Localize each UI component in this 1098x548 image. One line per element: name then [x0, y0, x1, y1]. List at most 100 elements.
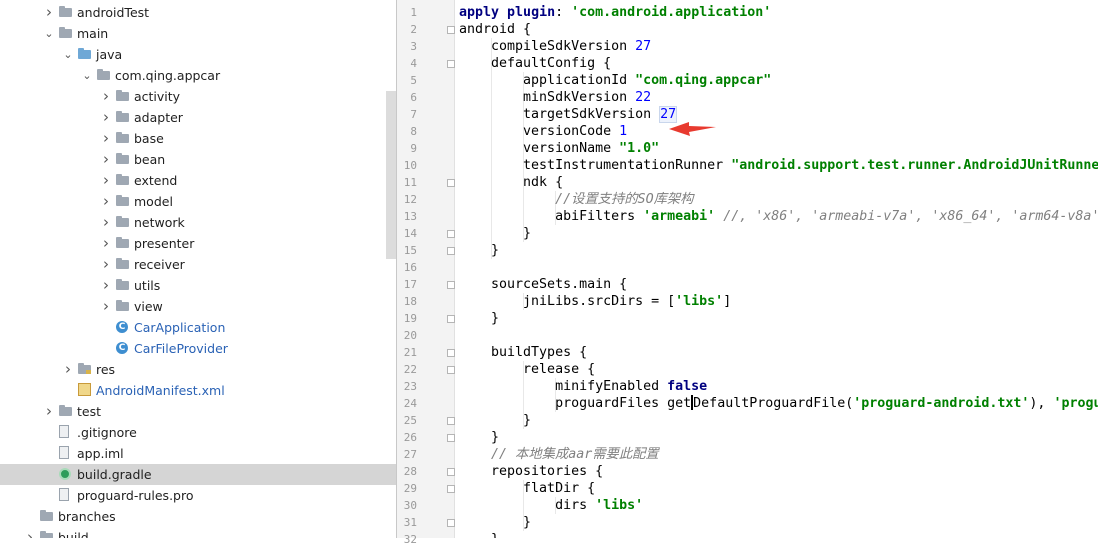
chevron-right-icon[interactable]: ›	[100, 233, 112, 254]
chevron-right-icon[interactable]: ›	[100, 191, 112, 212]
code-line[interactable]: buildTypes {	[459, 344, 587, 361]
chevron-right-icon[interactable]: ›	[100, 212, 112, 233]
tree-item-androidmanifest-xml[interactable]: AndroidManifest.xml	[0, 380, 397, 401]
code-line[interactable]: sourceSets.main {	[459, 276, 627, 293]
tree-item-bean[interactable]: › bean	[0, 149, 397, 170]
fold-marker-icon[interactable]	[447, 26, 455, 34]
fold-marker-icon[interactable]	[447, 60, 455, 68]
code-line[interactable]: jniLibs.srcDirs = ['libs']	[459, 293, 731, 310]
fold-marker-icon[interactable]	[447, 315, 455, 323]
chevron-down-icon[interactable]: ⌄	[81, 65, 93, 86]
code-line[interactable]: }	[459, 514, 531, 531]
fold-marker-icon[interactable]	[447, 349, 455, 357]
chevron-right-icon[interactable]: ›	[24, 527, 36, 538]
tree-item-receiver[interactable]: › receiver	[0, 254, 397, 275]
tree-item-com-qing-appcar[interactable]: ⌄ com.qing.appcar	[0, 65, 397, 86]
code-editor[interactable]: apply plugin: 'com.android.application' a…	[455, 0, 1098, 538]
chevron-down-icon[interactable]: ⌄	[43, 23, 55, 44]
chevron-right-icon[interactable]: ›	[100, 149, 112, 170]
line-number: 20	[403, 329, 417, 342]
chevron-right-icon[interactable]: ›	[43, 2, 55, 23]
chevron-right-icon[interactable]: ›	[100, 254, 112, 275]
code-line[interactable]: }	[459, 242, 499, 259]
folder-icon	[116, 90, 129, 101]
code-line[interactable]: repositories {	[459, 463, 603, 480]
tree-item-label: presenter	[134, 236, 195, 251]
tree-item-utils[interactable]: › utils	[0, 275, 397, 296]
chevron-right-icon[interactable]: ›	[100, 170, 112, 191]
code-line[interactable]: flatDir {	[459, 480, 595, 497]
tree-item-branches[interactable]: branches	[0, 506, 397, 527]
code-line[interactable]: apply plugin: 'com.android.application'	[459, 4, 771, 21]
code-line[interactable]: //设置支持的SO库架构	[459, 191, 693, 208]
code-line[interactable]: ndk {	[459, 174, 563, 191]
tree-item-test[interactable]: › test	[0, 401, 397, 422]
tree-item-extend[interactable]: › extend	[0, 170, 397, 191]
fold-marker-icon[interactable]	[447, 230, 455, 238]
code-line[interactable]: }	[459, 310, 499, 327]
tree-item-java[interactable]: ⌄ java	[0, 44, 397, 65]
code-token: }	[459, 413, 532, 428]
code-line[interactable]: proguardFiles get DefaultProguardFile('pr…	[459, 395, 1098, 412]
tree-item-app-iml[interactable]: app.iml	[0, 443, 397, 464]
chevron-right-icon[interactable]: ›	[100, 107, 112, 128]
code-line[interactable]: testInstrumentationRunner "android.suppo…	[459, 157, 1098, 174]
fold-marker-icon[interactable]	[447, 519, 455, 527]
code-line[interactable]: applicationId "com.qing.appcar"	[459, 72, 771, 89]
tree-item-label: network	[134, 215, 185, 230]
fold-marker-icon[interactable]	[447, 179, 455, 187]
code-line[interactable]: release {	[459, 361, 595, 378]
fold-marker-icon[interactable]	[447, 281, 455, 289]
tree-item-model[interactable]: › model	[0, 191, 397, 212]
code-line[interactable]: minSdkVersion 22	[459, 89, 651, 106]
tree-item-proguard-rules-pro[interactable]: proguard-rules.pro	[0, 485, 397, 506]
tree-item-main[interactable]: ⌄ main	[0, 23, 397, 44]
chevron-right-icon[interactable]: ›	[100, 275, 112, 296]
tree-item--gitignore[interactable]: .gitignore	[0, 422, 397, 443]
tree-item-view[interactable]: › view	[0, 296, 397, 317]
tree-item-carfileprovider[interactable]: C CarFileProvider	[0, 338, 397, 359]
code-line[interactable]: abiFilters 'armeabi' //, 'x86', 'armeabi…	[459, 208, 1098, 225]
chevron-right-icon[interactable]: ›	[100, 86, 112, 107]
fold-marker-icon[interactable]	[447, 485, 455, 493]
code-line[interactable]: // 本地集成aar需要此配置	[459, 446, 659, 463]
tree-item-base[interactable]: › base	[0, 128, 397, 149]
chevron-right-icon[interactable]: ›	[43, 401, 55, 422]
code-line[interactable]: }	[459, 412, 531, 429]
tree-item-network[interactable]: › network	[0, 212, 397, 233]
tree-item-adapter[interactable]: › adapter	[0, 107, 397, 128]
fold-marker-icon[interactable]	[447, 247, 455, 255]
code-token: // 本地集成aar需要此配置	[459, 447, 659, 462]
tree-item-build[interactable]: › build	[0, 527, 397, 538]
code-line[interactable]: defaultConfig {	[459, 55, 611, 72]
code-line[interactable]: versionName "1.0"	[459, 140, 659, 157]
tree-item-res[interactable]: › res	[0, 359, 397, 380]
chevron-right-icon[interactable]: ›	[62, 359, 74, 380]
code-line[interactable]: android {	[459, 21, 531, 38]
fold-marker-icon[interactable]	[447, 434, 455, 442]
tree-item-androidtest[interactable]: › androidTest	[0, 2, 397, 23]
tree-item-carapplication[interactable]: C CarApplication	[0, 317, 397, 338]
chevron-right-icon[interactable]: ›	[100, 296, 112, 317]
folder-icon	[97, 69, 110, 80]
chevron-down-icon[interactable]: ⌄	[62, 44, 74, 65]
code-line[interactable]: }	[459, 429, 499, 446]
fold-marker-icon[interactable]	[447, 468, 455, 476]
code-line[interactable]: targetSdkVersion 27	[459, 106, 678, 123]
code-line[interactable]: compileSdkVersion 27	[459, 38, 651, 55]
code-line[interactable]: }	[459, 225, 531, 242]
tree-item-presenter[interactable]: › presenter	[0, 233, 397, 254]
code-line[interactable]: minifyEnabled false	[459, 378, 707, 395]
tree-scrollbar[interactable]	[386, 91, 396, 259]
fold-marker-icon[interactable]	[447, 366, 455, 374]
fold-marker-icon[interactable]	[447, 417, 455, 425]
code-line[interactable]: }	[459, 531, 499, 538]
code-line[interactable]: versionCode 1	[459, 123, 627, 140]
class-icon: C	[116, 321, 128, 333]
line-number: 17	[403, 278, 417, 291]
tree-item-activity[interactable]: › activity	[0, 86, 397, 107]
code-line[interactable]: dirs 'libs'	[459, 497, 643, 514]
chevron-right-icon[interactable]: ›	[100, 128, 112, 149]
tree-item-build-gradle[interactable]: build.gradle	[0, 464, 397, 485]
line-number: 27	[403, 448, 417, 461]
